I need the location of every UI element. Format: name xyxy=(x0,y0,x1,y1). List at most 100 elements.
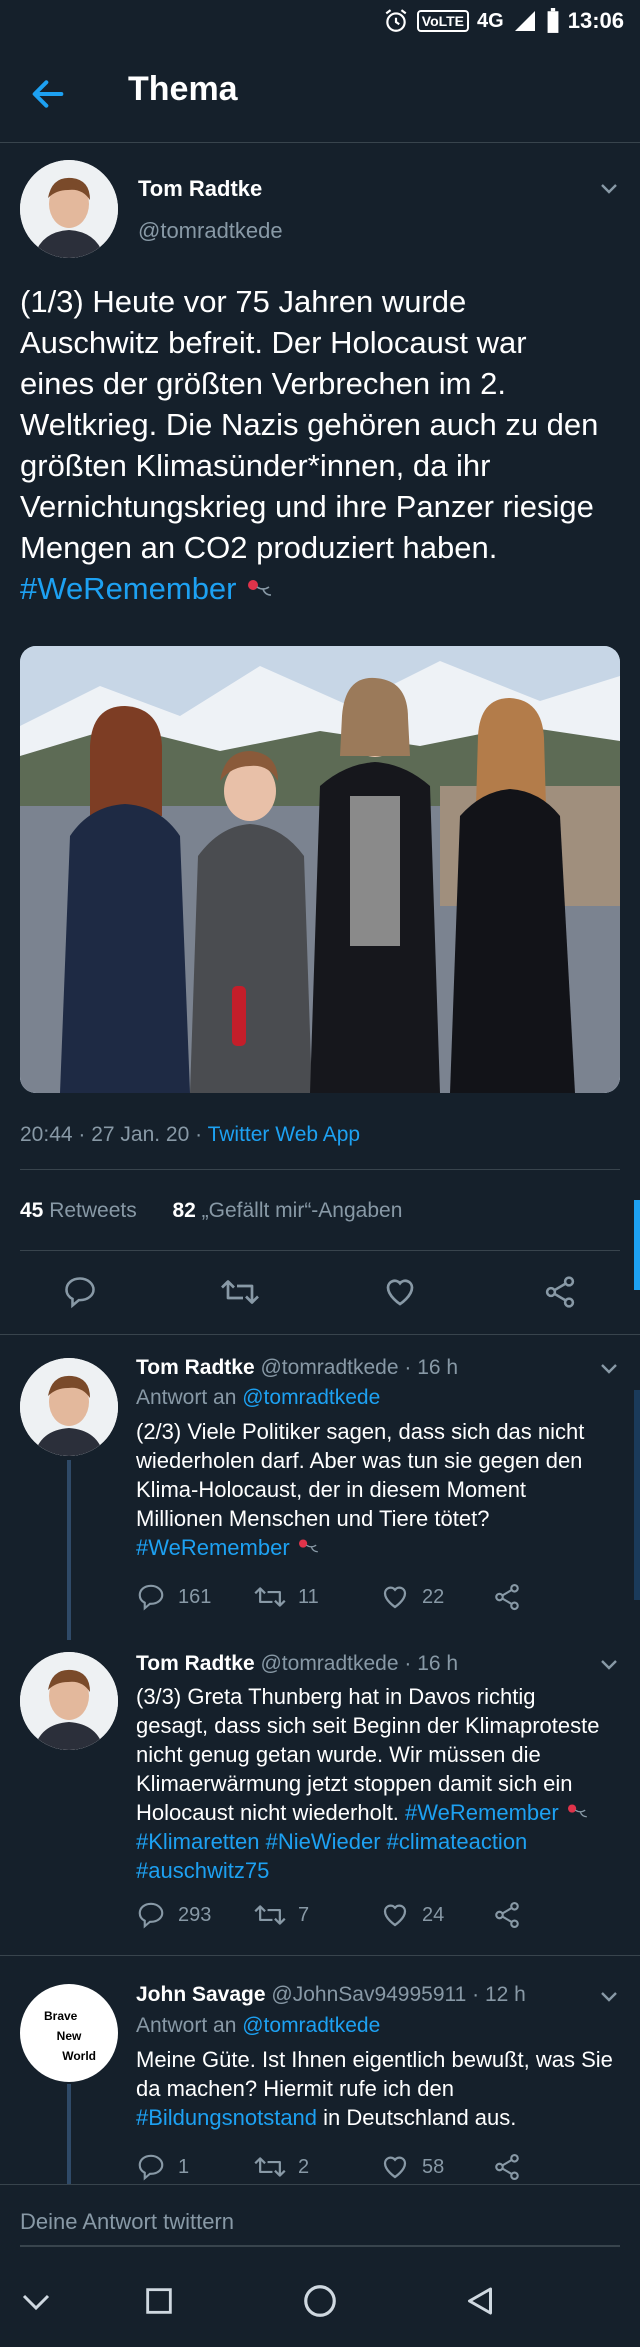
like-action[interactable]: 58 xyxy=(380,2152,492,2182)
retweet-icon xyxy=(254,1905,286,1925)
divider xyxy=(0,1334,640,1335)
chevron-down-icon[interactable] xyxy=(597,1652,621,1676)
reply-text: Meine Güte. Ist Ihnen eigentlich bewußt,… xyxy=(136,2047,613,2130)
hashtag-link[interactable]: #Bildungsnotstand xyxy=(136,2105,317,2130)
like-icon xyxy=(383,2156,407,2179)
page-title: Thema xyxy=(128,70,238,108)
retweet-icon[interactable] xyxy=(220,1274,260,1310)
author-handle[interactable]: @tomradtkede · 16 h xyxy=(260,1356,458,1379)
volte-badge: VoLTE xyxy=(416,10,470,32)
retweet-icon xyxy=(254,1587,286,1607)
tweet-stats: 45 Retweets 82 „Gefällt mir“-Angaben xyxy=(20,1199,402,1223)
reply-icon xyxy=(138,1584,164,1611)
author-name[interactable]: Tom Radtke xyxy=(136,1652,255,1675)
back-arrow-icon[interactable] xyxy=(28,74,68,114)
retweet-action[interactable]: 7 xyxy=(254,1900,380,1930)
share-action[interactable] xyxy=(492,2152,522,2182)
flower-emoji-icon xyxy=(248,580,272,596)
tweet-timestamp: 20:44 · 27 Jan. 20 · xyxy=(20,1123,208,1146)
share-icon xyxy=(495,2153,519,2181)
reply-icon xyxy=(138,1902,164,1929)
reply-text: (2/3) Viele Politiker sagen, dass sich d… xyxy=(136,1419,585,1560)
divider xyxy=(0,1955,640,1956)
avatar[interactable] xyxy=(20,1358,118,1456)
chevron-down-icon[interactable] xyxy=(18,2284,54,2320)
likes-stat[interactable]: 82 „Gefällt mir“-Angaben xyxy=(172,1199,402,1222)
reply-action[interactable]: 161 xyxy=(136,1582,254,1612)
scroll-indicator[interactable] xyxy=(634,1390,640,1600)
reply-composer: Deine Antwort twittern xyxy=(0,2184,640,2255)
share-icon[interactable] xyxy=(542,1274,578,1310)
reply-to: Antwort an @tomradtkede xyxy=(136,1386,381,1409)
hashtag-links[interactable]: #Klimaretten #NieWieder #climateaction xyxy=(136,1829,527,1854)
reply-action[interactable]: 1 xyxy=(136,2152,254,2182)
battery-icon xyxy=(547,8,559,33)
alarm-icon xyxy=(385,9,407,32)
retweets-stat[interactable]: 45 Retweets xyxy=(20,1199,137,1222)
author-name[interactable]: Tom Radtke xyxy=(136,1356,255,1379)
thread-line xyxy=(67,1460,71,1640)
status-bar: VoLTE 4G 13:06 xyxy=(0,0,640,44)
reply-actions: 161 11 22 xyxy=(136,1582,596,1612)
chevron-down-icon[interactable] xyxy=(597,1984,621,2008)
retweet-action[interactable]: 2 xyxy=(254,2152,380,2182)
recent-apps-icon[interactable] xyxy=(142,2284,176,2318)
reply-header: John Savage @JohnSav94995911 · 12 h xyxy=(136,1983,526,2007)
avatar[interactable] xyxy=(20,1652,118,1750)
reply-header: Tom Radtke @tomradtkede · 16 h xyxy=(136,1652,458,1676)
author-handle[interactable]: @tomradtkede xyxy=(138,218,283,244)
hashtag-link[interactable]: #auschwitz75 xyxy=(136,1858,269,1883)
like-action[interactable]: 22 xyxy=(380,1582,492,1612)
avatar[interactable]: Brave New World xyxy=(20,1984,118,2082)
flower-emoji-icon xyxy=(298,1539,318,1553)
share-icon xyxy=(495,1901,519,1929)
tweet-source-link[interactable]: Twitter Web App xyxy=(208,1123,361,1146)
tweet-meta: 20:44 · 27 Jan. 20 · Twitter Web App xyxy=(20,1123,360,1147)
page-header: Thema xyxy=(0,44,640,143)
signal-icon xyxy=(514,11,535,31)
share-icon xyxy=(495,1583,519,1611)
reply-input[interactable]: Deine Antwort twittern xyxy=(20,2209,620,2247)
avatar-text: World xyxy=(62,2049,96,2063)
thread-line xyxy=(67,2084,71,2184)
author-handle[interactable]: @tomradtkede · 16 h xyxy=(260,1652,458,1675)
hashtag-link[interactable]: #WeRemember xyxy=(20,571,237,606)
clock: 13:06 xyxy=(567,8,624,33)
tweet-body: (1/3) Heute vor 75 Jahren wurde Auschwit… xyxy=(20,284,599,565)
tweet-text: (1/3) Heute vor 75 Jahren wurde Auschwit… xyxy=(20,281,600,609)
mention-link[interactable]: @tomradtkede xyxy=(242,1386,380,1409)
retweet-action[interactable]: 11 xyxy=(254,1582,380,1612)
author-name[interactable]: John Savage xyxy=(136,1983,266,2006)
back-icon[interactable] xyxy=(462,2282,498,2320)
reply-actions: 1 2 58 xyxy=(136,2152,596,2182)
scroll-indicator[interactable] xyxy=(634,1200,640,1290)
share-action[interactable] xyxy=(492,1900,522,1930)
like-icon[interactable] xyxy=(382,1274,418,1310)
avatar[interactable] xyxy=(20,160,118,258)
reply-action[interactable]: 293 xyxy=(136,1900,254,1930)
author-name[interactable]: Tom Radtke xyxy=(138,176,262,202)
chevron-down-icon[interactable] xyxy=(597,1356,621,1380)
reply-header: Tom Radtke @tomradtkede · 16 h xyxy=(136,1356,458,1380)
home-icon[interactable] xyxy=(301,2282,339,2320)
share-action[interactable] xyxy=(492,1582,522,1612)
reply-icon[interactable] xyxy=(62,1274,98,1310)
retweet-icon xyxy=(254,2157,286,2177)
hashtag-link[interactable]: #WeRemember xyxy=(405,1800,559,1825)
avatar-text: Brave xyxy=(44,2009,78,2023)
divider xyxy=(20,1250,620,1251)
like-icon xyxy=(383,1586,407,1609)
flower-emoji-icon xyxy=(567,1804,587,1818)
chevron-down-icon[interactable] xyxy=(597,176,621,200)
author-handle[interactable]: @JohnSav94995911 · 12 h xyxy=(271,1983,525,2006)
like-action[interactable]: 24 xyxy=(380,1900,492,1930)
hashtag-link[interactable]: #WeRemember xyxy=(136,1535,290,1560)
mention-link[interactable]: @tomradtkede xyxy=(242,2014,380,2037)
tweet-photo[interactable] xyxy=(20,646,620,1093)
reply-to: Antwort an @tomradtkede xyxy=(136,2014,381,2037)
system-navbar xyxy=(0,2254,640,2347)
reply-actions: 293 7 24 xyxy=(136,1900,596,1930)
network-type: 4G xyxy=(477,9,504,32)
reply-icon xyxy=(138,2154,164,2181)
like-icon xyxy=(383,1904,407,1927)
